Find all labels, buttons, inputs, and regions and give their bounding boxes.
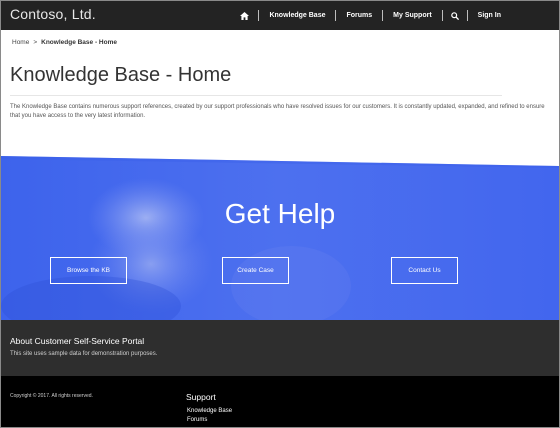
about-section: About Customer Self-Service Portal This … (1, 320, 559, 376)
brand-logo[interactable]: Contoso, Ltd. (10, 6, 96, 22)
nav-item-forums[interactable]: Forums (336, 1, 382, 30)
copyright-text: Copyright © 2017. All rights reserved. (10, 393, 93, 399)
footer-link-knowledge-base[interactable]: Knowledge Base (187, 408, 232, 414)
breadcrumb-home-link[interactable]: Home (12, 39, 29, 46)
browser-frame: Contoso, Ltd. Knowledge Base Forums My S… (0, 0, 560, 428)
page-title: Knowledge Base - Home (10, 64, 232, 86)
browse-kb-button[interactable]: Browse the KB (50, 257, 127, 284)
contact-us-button[interactable]: Contact Us (391, 257, 458, 284)
nav-item-my-support[interactable]: My Support (383, 1, 442, 30)
search-icon[interactable] (443, 1, 467, 30)
footer-support-heading: Support (186, 392, 216, 402)
about-text: This site uses sample data for demonstra… (10, 351, 158, 357)
hero-background-image (1, 156, 559, 320)
top-navigation-bar: Contoso, Ltd. Knowledge Base Forums My S… (1, 1, 559, 30)
about-title: About Customer Self-Service Portal (10, 336, 145, 346)
breadcrumb-current: Knowledge Base - Home (41, 39, 117, 46)
nav-menu: Knowledge Base Forums My Support Sign In (231, 1, 559, 30)
breadcrumb-separator: > (33, 39, 38, 46)
breadcrumb: Home > Knowledge Base - Home (12, 39, 117, 46)
create-case-button[interactable]: Create Case (222, 257, 289, 284)
footer: Copyright © 2017. All rights reserved. S… (1, 376, 559, 427)
intro-text: The Knowledge Base contains numerous sup… (10, 104, 545, 119)
title-divider (10, 95, 502, 96)
hero-banner: Get Help Browse the KB Create Case Conta… (1, 156, 559, 320)
home-icon[interactable] (231, 1, 258, 30)
footer-link-forums[interactable]: Forums (187, 417, 207, 423)
nav-item-knowledge-base[interactable]: Knowledge Base (259, 1, 335, 30)
hero-title: Get Help (224, 198, 336, 229)
sign-in-link[interactable]: Sign In (468, 1, 559, 30)
